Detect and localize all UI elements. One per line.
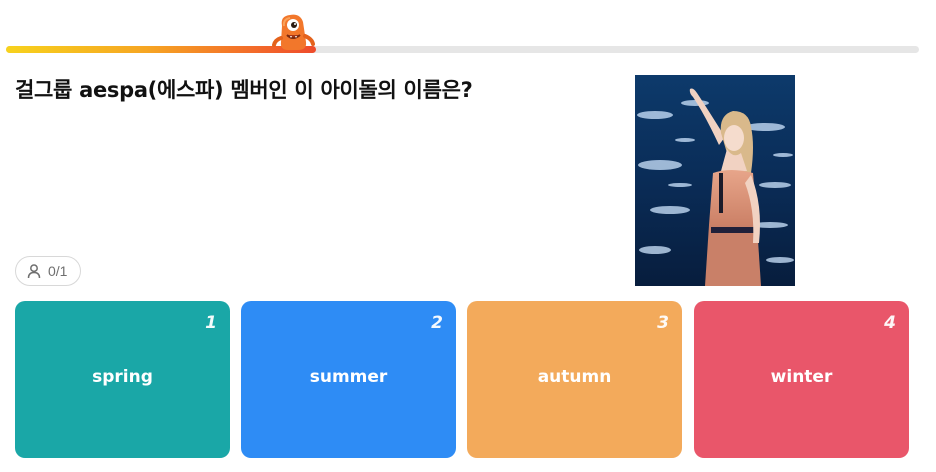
option-label: spring bbox=[92, 367, 153, 387]
option-label: winter bbox=[770, 367, 833, 387]
option-number: 1 bbox=[205, 313, 217, 333]
idol-photo bbox=[635, 75, 795, 286]
question-text: 걸그룹 aespa(에스파) 멤버인 이 아이돌의 이름은? bbox=[15, 78, 473, 102]
answer-count-badge: 0/1 bbox=[15, 256, 82, 286]
option-number: 2 bbox=[431, 313, 443, 333]
user-icon bbox=[27, 264, 41, 279]
option-2-button[interactable]: 2 summer bbox=[241, 301, 456, 458]
progress-fill bbox=[6, 46, 317, 53]
option-label: autumn bbox=[537, 367, 612, 387]
option-number: 3 bbox=[657, 313, 669, 333]
option-3-button[interactable]: 3 autumn bbox=[467, 301, 682, 458]
option-number: 4 bbox=[884, 313, 896, 333]
option-1-button[interactable]: 1 spring bbox=[15, 301, 230, 458]
orange-monster-mascot-icon bbox=[272, 14, 315, 50]
option-4-button[interactable]: 4 winter bbox=[694, 301, 909, 458]
answer-count-text: 0/1 bbox=[48, 263, 68, 279]
option-label: summer bbox=[309, 367, 388, 387]
progress-bar bbox=[6, 46, 919, 53]
